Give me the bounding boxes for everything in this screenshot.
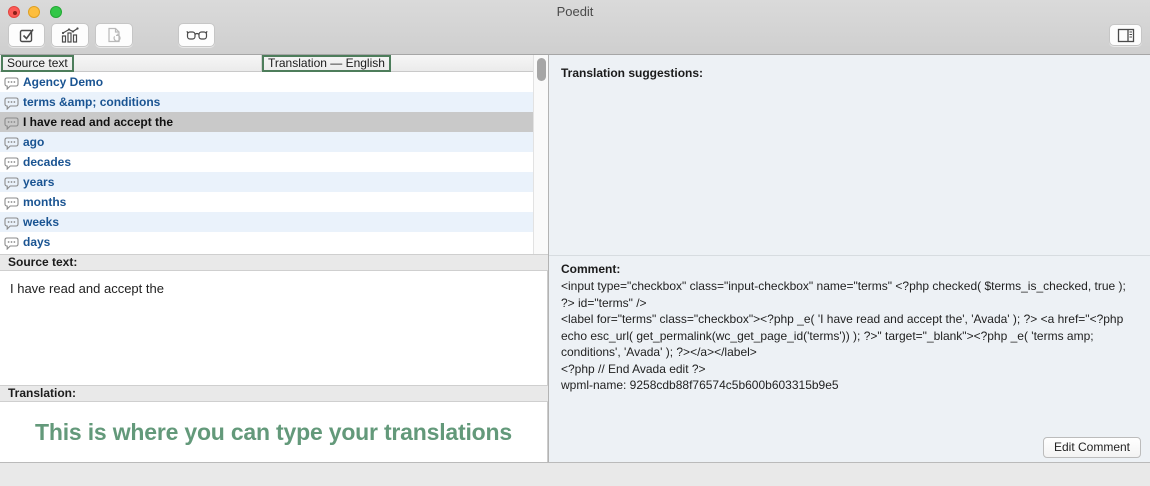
- edit-comment-button[interactable]: Edit Comment: [1043, 437, 1141, 458]
- row-source-text: decades: [23, 155, 71, 169]
- validate-icon: [18, 26, 36, 44]
- sidebar-divider: [549, 255, 1150, 256]
- list-header: Source text Translation — English: [0, 55, 548, 72]
- translation-suggestions-label: Translation suggestions:: [561, 66, 703, 80]
- row-source-text: days: [23, 235, 50, 249]
- update-from-code-button[interactable]: [95, 23, 133, 47]
- table-row[interactable]: ago: [0, 132, 533, 152]
- table-row[interactable]: years: [0, 172, 533, 192]
- translation-label: Translation:: [0, 385, 548, 402]
- proofread-button[interactable]: [178, 23, 215, 47]
- translation-hint-text: This is where you can type your translat…: [35, 419, 512, 446]
- table-row[interactable]: months: [0, 192, 533, 212]
- list-scrollbar[interactable]: [533, 55, 548, 254]
- row-source-text: terms &amp; conditions: [23, 95, 160, 109]
- comment-text: <input type="checkbox" class="input-chec…: [561, 278, 1143, 394]
- table-row[interactable]: days: [0, 232, 533, 252]
- table-row[interactable]: Agency Demo: [0, 72, 533, 92]
- column-header-translation[interactable]: Translation — English: [262, 55, 391, 72]
- source-text-field[interactable]: I have read and accept the: [0, 271, 548, 385]
- sidebar-panel: Translation suggestions: Comment: <input…: [548, 55, 1150, 462]
- table-row[interactable]: weeks: [0, 212, 533, 232]
- poedit-window: Poedit: [0, 0, 1150, 486]
- column-divider: [261, 55, 262, 72]
- row-source-text: years: [23, 175, 54, 189]
- sidebar-toggle-icon: [1117, 28, 1135, 43]
- statistics-icon: [60, 26, 80, 44]
- scrollbar-thumb[interactable]: [537, 58, 546, 81]
- row-source-text: months: [23, 195, 66, 209]
- statistics-button[interactable]: [51, 23, 89, 47]
- message-list: Agency Demo terms &amp; conditions I hav…: [0, 72, 533, 254]
- proofread-glasses-icon: [186, 28, 208, 42]
- row-source-text: ago: [23, 135, 44, 149]
- window-chrome: Poedit: [0, 0, 1150, 55]
- comment-label: Comment:: [561, 262, 620, 276]
- row-source-text: weeks: [23, 215, 59, 229]
- table-row[interactable]: decades: [0, 152, 533, 172]
- source-text-value: I have read and accept the: [10, 281, 164, 296]
- window-title: Poedit: [0, 4, 1150, 19]
- table-row[interactable]: I have read and accept the: [0, 112, 533, 132]
- comment-bubble-icon: [4, 236, 19, 254]
- translation-input[interactable]: This is where you can type your translat…: [0, 402, 548, 462]
- validate-button[interactable]: [8, 23, 45, 47]
- row-source-text: I have read and accept the: [23, 115, 173, 129]
- column-header-source[interactable]: Source text: [1, 55, 74, 72]
- row-source-text: Agency Demo: [23, 75, 103, 89]
- main-area: Source text Translation — English Agency…: [0, 55, 1150, 462]
- source-text-label: Source text:: [0, 254, 548, 271]
- translation-list-pane: Source text Translation — English Agency…: [0, 55, 548, 462]
- status-bar: Translated: 0 of 1616 (0 %) • Remains: 1…: [0, 462, 1150, 486]
- table-row[interactable]: terms &amp; conditions: [0, 92, 533, 112]
- update-from-code-icon: [105, 26, 123, 44]
- sidebar-toggle-button[interactable]: [1109, 24, 1142, 46]
